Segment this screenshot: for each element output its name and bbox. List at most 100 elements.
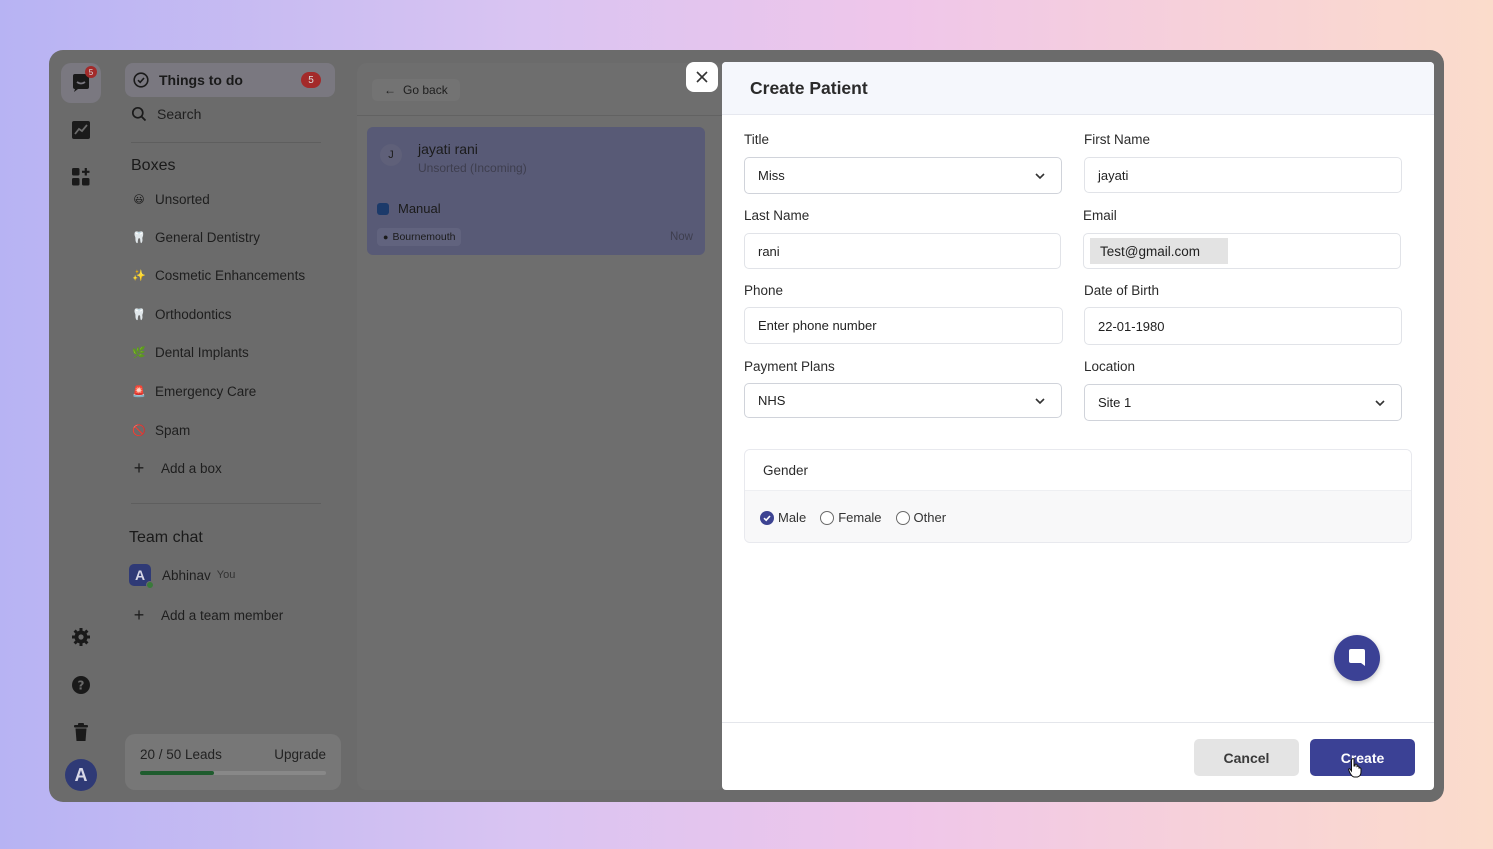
dob-input[interactable]: 22-01-1980 (1084, 307, 1402, 345)
create-button[interactable]: Create (1310, 739, 1415, 776)
team-chat-title: Team chat (129, 529, 203, 546)
chevron-down-icon (1035, 398, 1045, 405)
location-select[interactable]: Site 1 (1084, 384, 1402, 421)
sidebar-item-orthodontics[interactable]: 🦷 Orthodontics (131, 307, 232, 322)
phone-input[interactable]: Enter phone number (744, 307, 1063, 344)
box-emoji-icon: 🌿 (132, 347, 146, 359)
app-logo-button[interactable]: 5 (61, 63, 101, 103)
lead-source: Manual (377, 201, 441, 216)
add-team-member-label: Add a team member (161, 608, 284, 623)
dob-value: 22-01-1980 (1098, 318, 1165, 334)
leads-count: 20 / 50 Leads (140, 747, 222, 762)
trash-button[interactable] (61, 712, 101, 752)
sidebar-item-emergency-care[interactable]: 🚨 Emergency Care (131, 384, 256, 399)
app-window: 5 ? A Things to do 5 Search Boxes 😃 Unso… (49, 50, 1444, 802)
add-box-button[interactable]: + Add a box (131, 458, 222, 479)
settings-button[interactable] (61, 617, 101, 657)
modal-title: Create Patient (750, 77, 868, 98)
sidebar-item-spam[interactable]: 🚫 Spam (131, 423, 190, 438)
icon-rail: 5 ? A (49, 50, 113, 802)
email-input[interactable]: Test@gmail.com (1083, 233, 1401, 269)
member-avatar: A (129, 564, 154, 589)
analytics-button[interactable] (61, 110, 101, 150)
plus-icon: + (133, 458, 145, 478)
sidebar-item-general-dentistry[interactable]: 🦷 General Dentistry (131, 230, 260, 245)
radio-unchecked-icon (820, 510, 835, 525)
box-emoji-icon: 🚫 (132, 425, 146, 437)
phone-label: Phone (744, 283, 784, 298)
go-back-button[interactable]: ← Go back (372, 79, 460, 101)
first-name-label: First Name (1084, 132, 1151, 147)
add-box-label: Add a box (161, 461, 222, 476)
search-icon (131, 106, 147, 122)
svg-text:?: ? (78, 679, 85, 693)
payment-plans-select[interactable]: NHS (744, 383, 1062, 418)
team-member-abhinav[interactable]: A Abhinav You (129, 564, 235, 589)
panel-divider (357, 115, 727, 116)
manual-source-icon (377, 202, 389, 215)
leads-usage-card: 20 / 50 Leads Upgrade (125, 734, 341, 790)
box-label: Orthodontics (155, 307, 232, 322)
box-emoji-icon: 😃 (133, 194, 145, 206)
payment-plans-value: NHS (758, 393, 786, 408)
sidebar: Things to do 5 Search Boxes 😃 Unsorted 🦷… (113, 50, 343, 802)
last-name-label: Last Name (744, 208, 810, 223)
location-pin-icon: ● (383, 232, 389, 242)
first-name-value: jayati (1098, 167, 1129, 183)
search-item[interactable]: Search (131, 106, 201, 122)
box-emoji-icon: 🚨 (132, 386, 146, 398)
location-tag: ● Bournemouth (377, 228, 462, 246)
gender-radio-male[interactable]: Male (760, 510, 806, 525)
sidebar-item-cosmetic-enhancements[interactable]: ✨ Cosmetic Enhancements (131, 268, 305, 283)
gender-group: Gender Male Female Other (744, 449, 1412, 543)
box-emoji-icon: 🦷 (132, 309, 146, 321)
add-team-member-button[interactable]: + Add a team member (131, 605, 284, 626)
logo-badge: 5 (85, 66, 97, 78)
plus-icon: + (133, 605, 145, 625)
lead-source-label: Manual (398, 201, 441, 216)
title-value: Miss (758, 168, 785, 183)
modal-footer: Cancel Create (722, 722, 1434, 790)
close-modal-button[interactable] (686, 62, 718, 92)
chat-bubble-icon (1349, 649, 1365, 666)
help-button[interactable]: ? (61, 665, 101, 705)
chevron-down-icon (1035, 173, 1045, 180)
sidebar-divider (131, 503, 321, 504)
settings-icon (72, 628, 90, 646)
lead-card[interactable]: J jayati rani Unsorted (Incoming) Manual… (367, 127, 705, 255)
box-label: General Dentistry (155, 230, 261, 245)
user-avatar[interactable]: A (65, 759, 97, 791)
lead-avatar: J (380, 144, 402, 166)
upgrade-link[interactable]: Upgrade (274, 747, 326, 762)
box-emoji-icon: 🦷 (132, 232, 146, 244)
go-back-label: Go back (403, 83, 448, 97)
location-label: Location (1084, 359, 1136, 374)
lead-name: jayati rani (418, 141, 478, 157)
sidebar-item-unsorted[interactable]: 😃 Unsorted (131, 192, 210, 207)
trash-icon (74, 723, 88, 741)
create-patient-modal: Create Patient Title Miss First Name jay… (722, 62, 1434, 790)
widgets-button[interactable] (61, 157, 101, 197)
phone-placeholder: Enter phone number (758, 318, 877, 333)
gender-option-label: Female (838, 510, 882, 525)
last-name-input[interactable]: rani (744, 233, 1061, 269)
lead-status: Unsorted (Incoming) (418, 161, 527, 175)
box-label: Dental Implants (155, 345, 249, 360)
gender-radio-female[interactable]: Female (820, 510, 882, 525)
radio-checked-icon (760, 510, 774, 525)
cancel-button[interactable]: Cancel (1194, 739, 1299, 776)
gender-radio-other[interactable]: Other (895, 510, 947, 525)
title-label: Title (744, 132, 770, 147)
first-name-input[interactable]: jayati (1084, 157, 1402, 193)
support-chat-button[interactable] (1334, 635, 1380, 681)
gender-option-label: Other (913, 510, 947, 525)
help-icon: ? (72, 676, 90, 694)
chevron-down-icon (1375, 400, 1385, 407)
payment-plans-label: Payment Plans (744, 359, 835, 374)
gender-option-label: Male (778, 510, 807, 525)
check-circle-icon (133, 72, 149, 88)
sidebar-item-dental-implants[interactable]: 🌿 Dental Implants (131, 345, 249, 360)
things-to-do-item[interactable]: Things to do 5 (125, 63, 335, 97)
title-select[interactable]: Miss (744, 157, 1062, 194)
location-value: Site 1 (1098, 395, 1132, 410)
